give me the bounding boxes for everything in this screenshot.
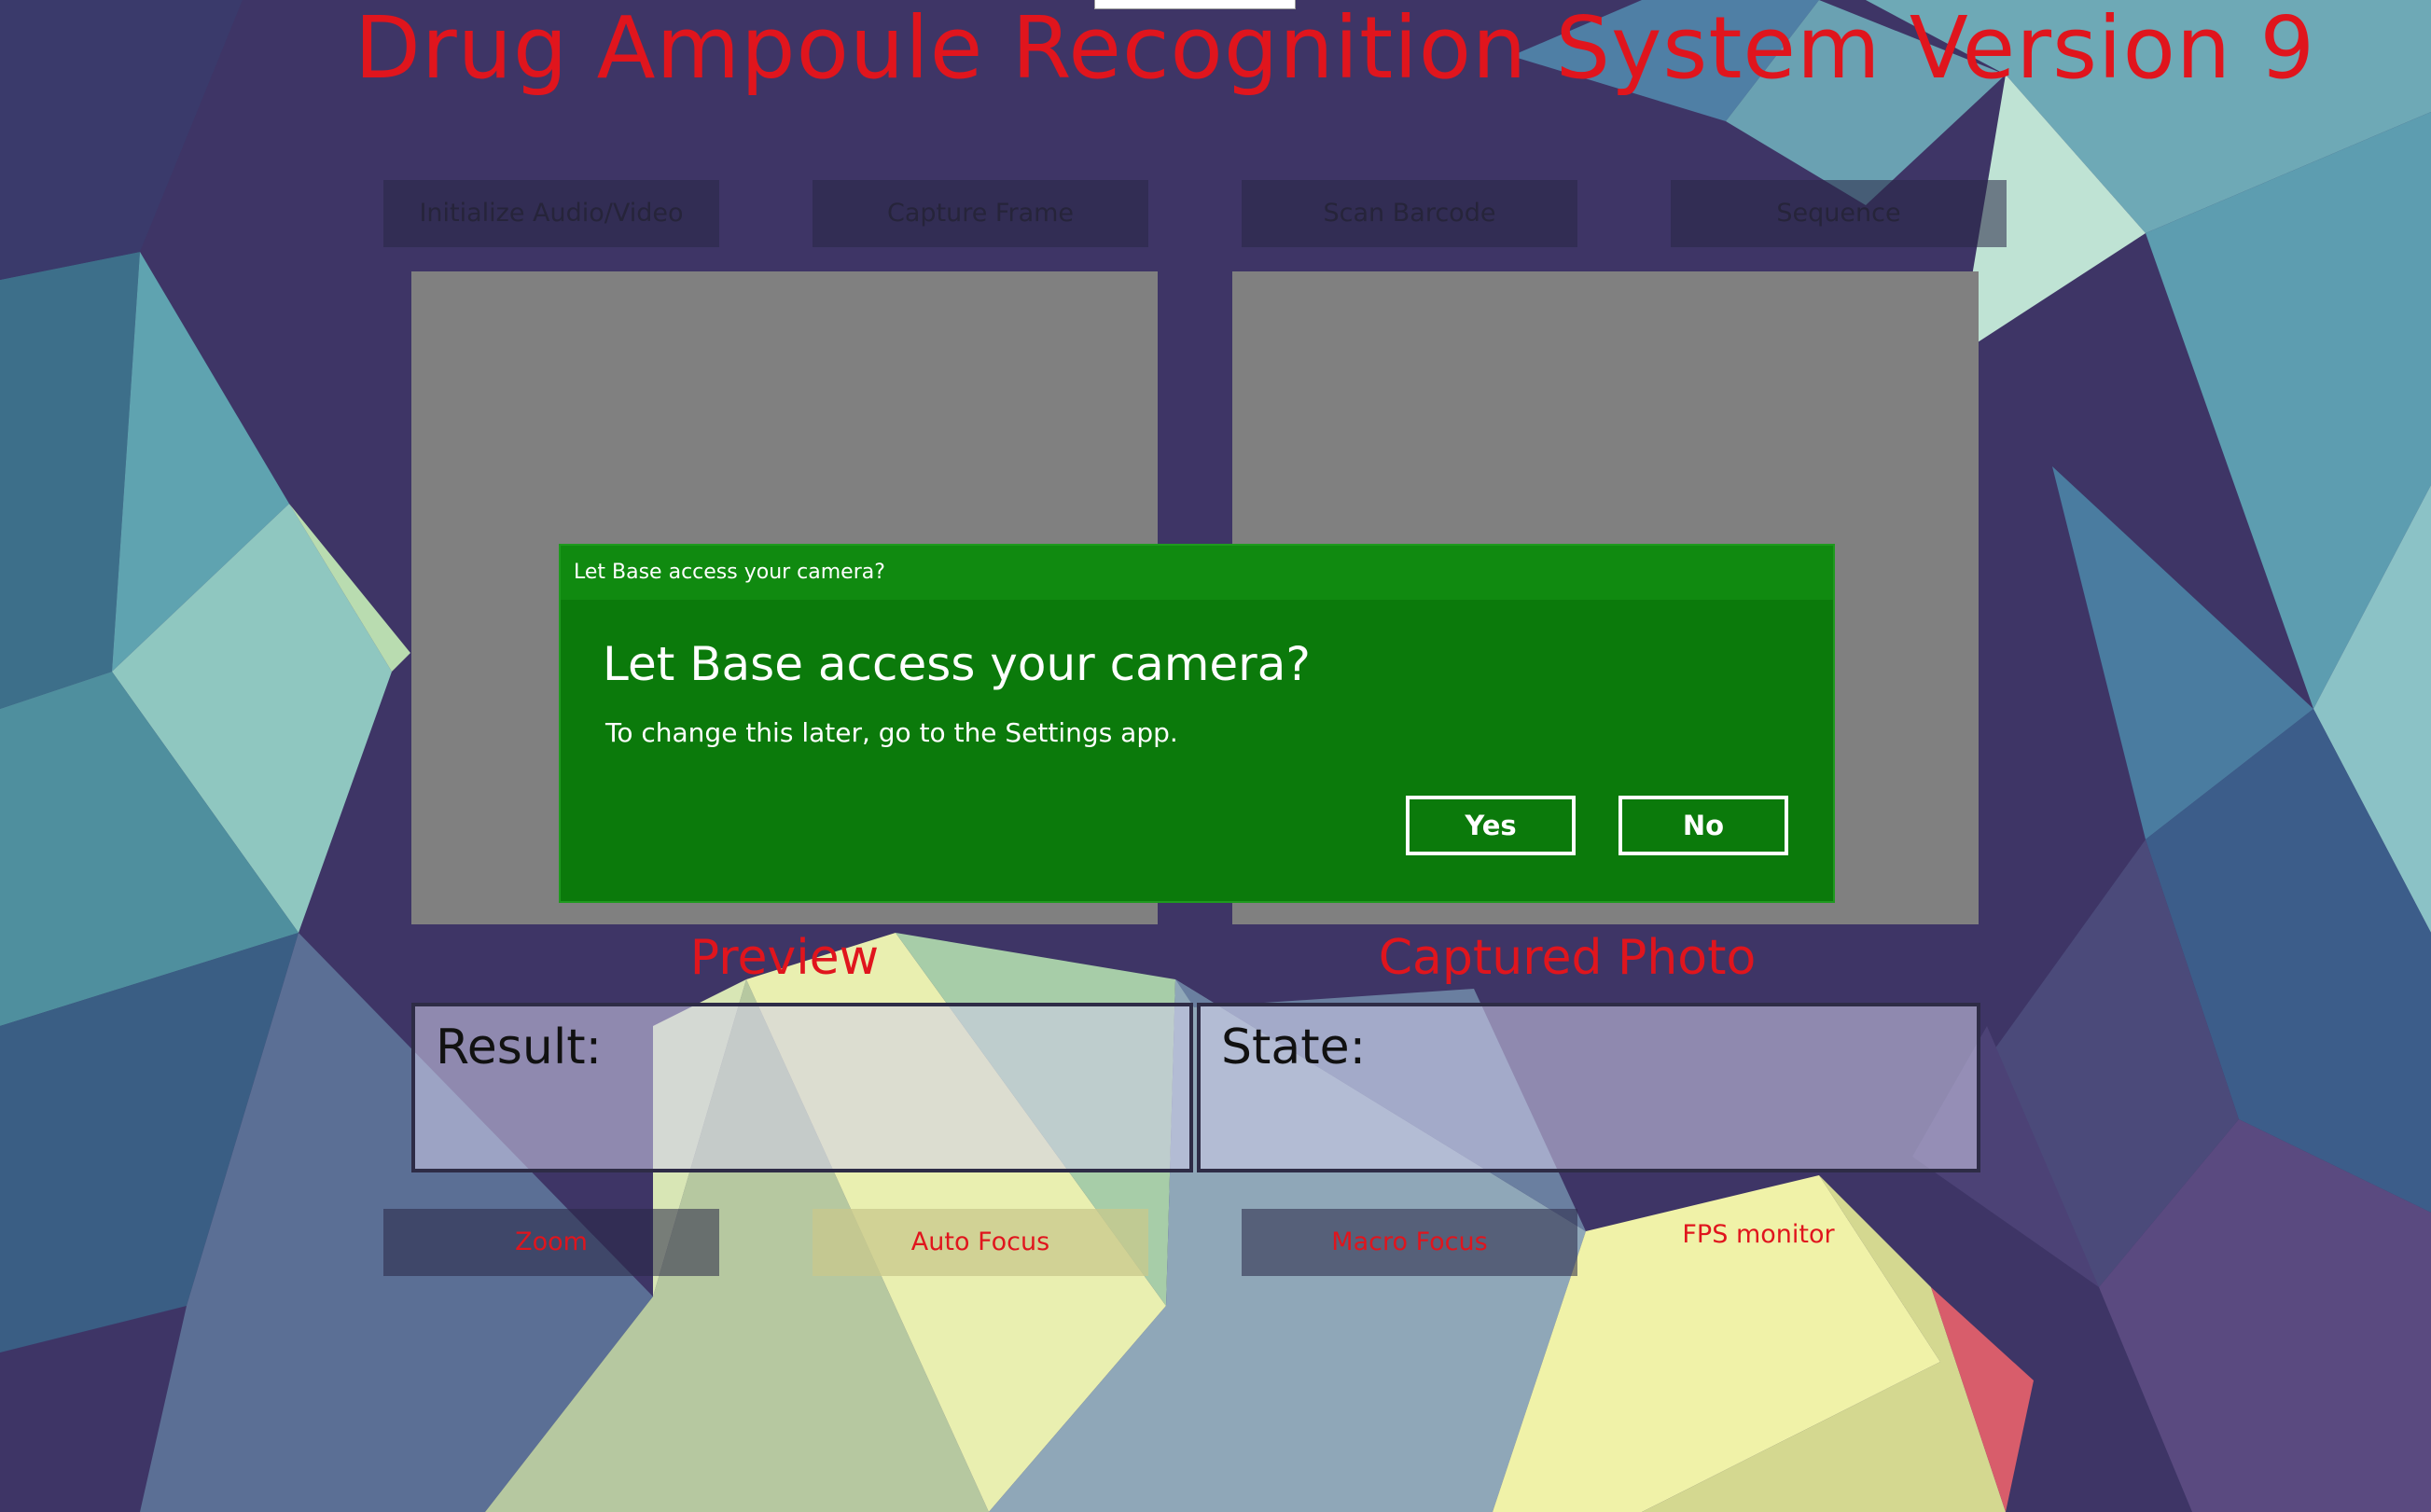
dialog-heading: Let Base access your camera? <box>603 637 1311 691</box>
yes-button[interactable]: Yes <box>1406 796 1576 855</box>
captured-photo-caption: Captured Photo <box>1378 930 1757 986</box>
fps-monitor-label: FPS monitor <box>1682 1220 1835 1249</box>
macro-focus-button[interactable]: Macro Focus <box>1242 1209 1577 1276</box>
dialog-titlebar: Let Base access your camera? <box>561 546 1833 600</box>
dialog-body-text: To change this later, go to the Settings… <box>605 717 1178 748</box>
result-box: Result: <box>411 1003 1193 1172</box>
capture-frame-button[interactable]: Capture Frame <box>813 180 1148 247</box>
state-label: State: <box>1221 1020 1367 1075</box>
zoom-button[interactable]: Zoom <box>383 1209 719 1276</box>
sequence-button[interactable]: Sequence <box>1671 180 2007 247</box>
initialize-audio-video-button[interactable]: Initialize Audio/Video <box>383 180 719 247</box>
auto-focus-button[interactable]: Auto Focus <box>813 1209 1148 1276</box>
camera-permission-dialog: Let Base access your camera? Let Base ac… <box>559 544 1835 903</box>
state-box: State: <box>1197 1003 1980 1172</box>
app-title: Drug Ampoule Recognition System Version … <box>354 0 2315 98</box>
result-label: Result: <box>436 1020 603 1075</box>
no-button[interactable]: No <box>1618 796 1788 855</box>
preview-caption: Preview <box>689 930 880 986</box>
scan-barcode-button[interactable]: Scan Barcode <box>1242 180 1577 247</box>
